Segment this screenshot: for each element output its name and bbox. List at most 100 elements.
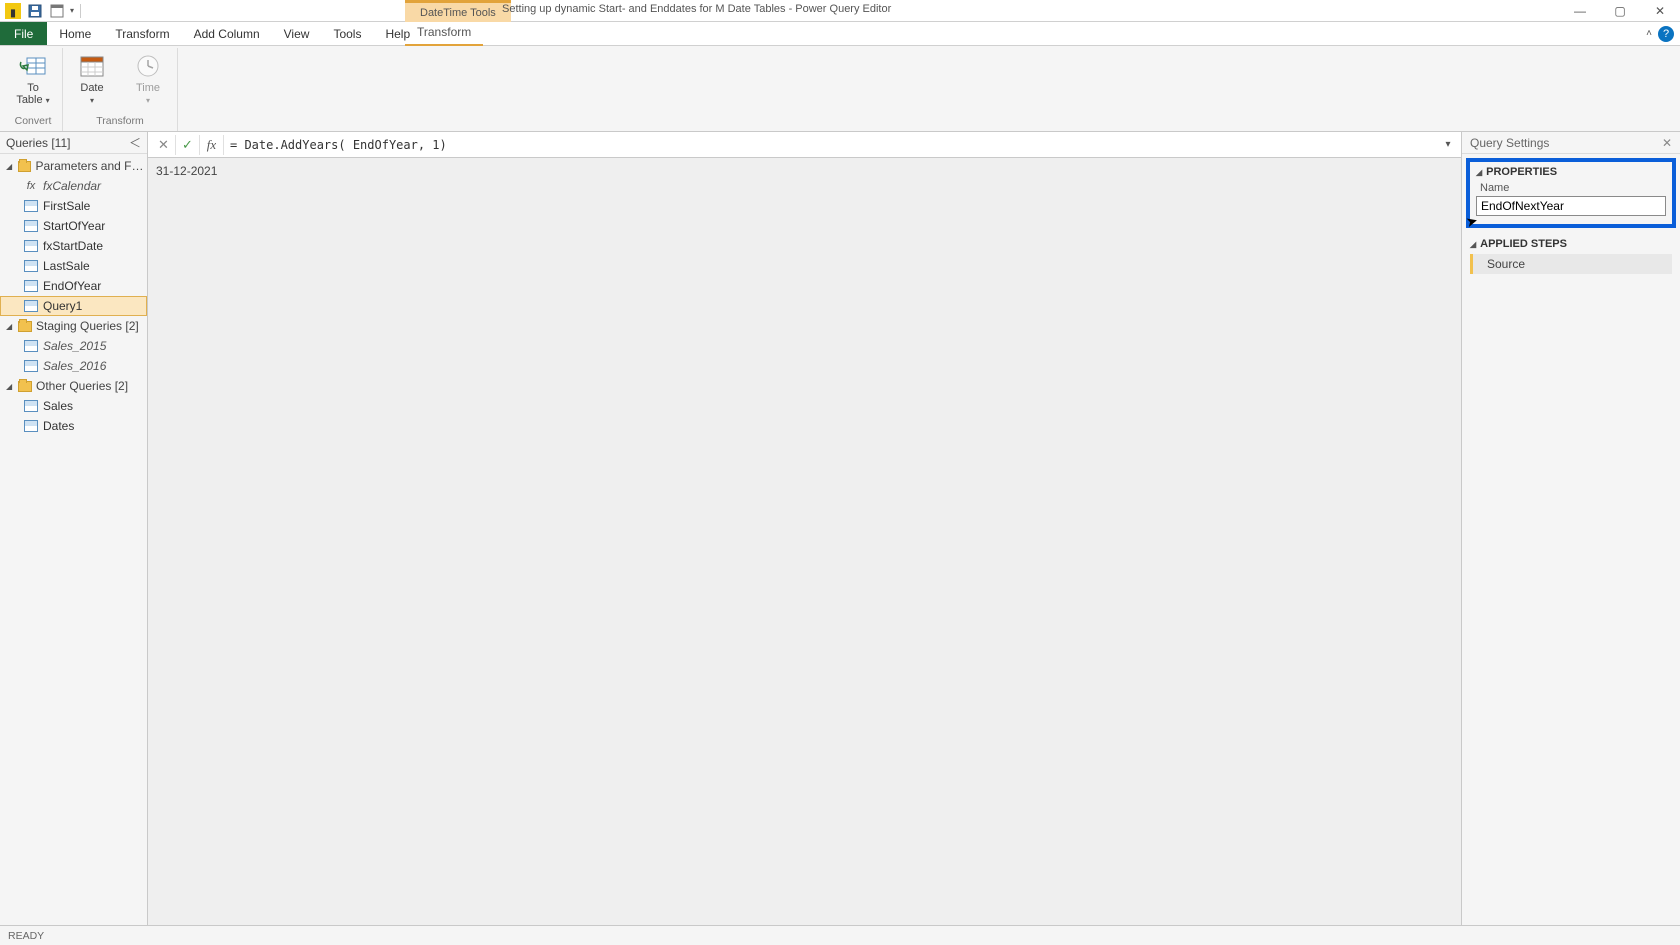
folder-icon — [18, 321, 32, 332]
query-item-label: Sales_2016 — [43, 359, 106, 373]
table-icon — [24, 340, 38, 352]
formula-expand-icon[interactable]: ▾ — [1439, 139, 1457, 150]
ribbon-group-transform-title: Transform — [96, 114, 143, 129]
caret-icon: ◢ — [6, 382, 14, 391]
query-item-label: FirstSale — [43, 199, 90, 213]
query-name-input[interactable] — [1476, 196, 1666, 216]
tab-home[interactable]: Home — [47, 22, 103, 45]
qat-dropdown-icon[interactable]: ▾ — [70, 6, 74, 15]
formula-accept-icon[interactable]: ✓ — [176, 135, 200, 155]
table-icon — [24, 420, 38, 432]
window-controls: ― ▢ ✕ — [1560, 0, 1680, 22]
ribbon-group-transform: Date▾ Time▾ Transform — [63, 48, 178, 131]
properties-title: PROPERTIES — [1486, 166, 1557, 178]
to-table-button[interactable]: ToTable ▾ — [12, 50, 54, 114]
query-item-label: LastSale — [43, 259, 90, 273]
data-preview: 31-12-2021 — [148, 158, 1461, 925]
contextual-tabs: Transform — [405, 22, 483, 46]
table-icon — [24, 200, 38, 212]
query-item[interactable]: Dates — [0, 416, 147, 436]
applied-steps-list: Source — [1470, 254, 1672, 274]
table-icon — [24, 360, 38, 372]
pbi-logo-icon: ▮ — [4, 2, 22, 20]
clock-icon — [132, 52, 164, 80]
ribbon-group-convert: ToTable ▾ Convert — [4, 48, 63, 131]
query-item[interactable]: LastSale — [0, 256, 147, 276]
group-label: Parameters and Fu… — [35, 159, 147, 173]
properties-section: ◢ PROPERTIES Name ➤ — [1466, 158, 1676, 228]
contextual-tab-group: DateTime Tools — [405, 0, 511, 22]
query-item-label: Sales_2015 — [43, 339, 106, 353]
fx-icon: fx — [24, 180, 38, 192]
date-button[interactable]: Date▾ — [71, 50, 113, 114]
ribbon-tabs: File Home Transform Add Column View Tool… — [0, 22, 1680, 46]
table-icon — [24, 220, 38, 232]
query-item[interactable]: StartOfYear — [0, 216, 147, 236]
caret-icon: ◢ — [1470, 240, 1476, 249]
tab-transform[interactable]: Transform — [103, 22, 181, 45]
tab-add-column[interactable]: Add Column — [182, 22, 272, 45]
query-item[interactable]: FirstSale — [0, 196, 147, 216]
queries-header: Queries [11] ＜ — [0, 132, 147, 154]
query-settings-pane: Query Settings ✕ ◢ PROPERTIES Name ➤ ◢ A… — [1462, 132, 1680, 925]
applied-step[interactable]: Source — [1470, 254, 1672, 274]
query-group[interactable]: ◢Staging Queries [2] — [0, 316, 147, 336]
query-item[interactable]: Sales_2016 — [0, 356, 147, 376]
query-item-label: StartOfYear — [43, 219, 105, 233]
tab-tools[interactable]: Tools — [321, 22, 373, 45]
query-item-label: fxCalendar — [43, 179, 101, 193]
contextual-tab-group-label: DateTime Tools — [420, 7, 496, 19]
save-icon[interactable] — [26, 2, 44, 20]
fx-icon[interactable]: fx — [200, 135, 224, 155]
help-icon[interactable]: ? — [1658, 26, 1674, 42]
ribbon-collapse-icon[interactable]: ˄ — [1646, 28, 1652, 39]
calendar-icon — [76, 52, 108, 80]
query-group[interactable]: ◢ Parameters and Fu… — [0, 156, 147, 176]
time-button[interactable]: Time▾ — [127, 50, 169, 114]
tab-ctx-transform[interactable]: Transform — [405, 22, 483, 44]
query-settings-title: Query Settings — [1470, 136, 1549, 150]
folder-icon — [18, 381, 32, 392]
property-name-label: Name — [1480, 182, 1666, 194]
query-item[interactable]: fx fxCalendar — [0, 176, 147, 196]
formula-cancel-icon[interactable]: ✕ — [152, 135, 176, 155]
close-button[interactable]: ✕ — [1640, 0, 1680, 22]
center-pane: ✕ ✓ fx = Date.AddYears( EndOfYear, 1) ▾ … — [148, 132, 1462, 925]
table-icon — [24, 300, 38, 312]
ribbon-group-convert-title: Convert — [15, 114, 52, 129]
query-item-label: fxStartDate — [43, 239, 103, 253]
applied-steps-header[interactable]: ◢ APPLIED STEPS — [1470, 238, 1672, 250]
caret-icon: ◢ — [6, 162, 14, 171]
formula-input[interactable]: = Date.AddYears( EndOfYear, 1) — [224, 138, 1439, 152]
ribbon: ToTable ▾ Convert Date▾ Time▾ Transform — [0, 46, 1680, 132]
query-item[interactable]: Query1 — [0, 296, 147, 316]
qat-button-icon[interactable] — [48, 2, 66, 20]
query-group[interactable]: ◢Other Queries [2] — [0, 376, 147, 396]
quick-access-toolbar: ▮ ▾ — [0, 2, 87, 20]
document-title: Setting up dynamic Start- and Enddates f… — [500, 3, 1560, 15]
scalar-value: 31-12-2021 — [156, 164, 217, 178]
properties-header[interactable]: ◢ PROPERTIES — [1476, 166, 1666, 178]
minimize-button[interactable]: ― — [1560, 0, 1600, 22]
maximize-button[interactable]: ▢ — [1600, 0, 1640, 22]
to-table-icon — [17, 52, 49, 80]
folder-icon — [18, 161, 32, 172]
applied-steps-title: APPLIED STEPS — [1480, 238, 1567, 250]
status-ready: READY — [8, 930, 44, 942]
query-item[interactable]: Sales — [0, 396, 147, 416]
tab-file[interactable]: File — [0, 22, 47, 45]
query-settings-close-icon[interactable]: ✕ — [1662, 136, 1672, 150]
query-item[interactable]: EndOfYear — [0, 276, 147, 296]
ribbon-help: ˄ ? — [1646, 22, 1680, 45]
queries-pane: Queries [11] ＜ ◢ Parameters and Fu… fxfxCa… — [0, 132, 148, 925]
caret-icon: ◢ — [1476, 168, 1482, 177]
query-item-label: Dates — [43, 419, 74, 433]
queries-collapse-icon[interactable]: ＜ — [129, 134, 141, 151]
query-item[interactable]: Sales_2015 — [0, 336, 147, 356]
status-bar: READY — [0, 925, 1680, 945]
title-bar: ▮ ▾ DateTime Tools Setting up dynamic St… — [0, 0, 1680, 22]
tab-view[interactable]: View — [272, 22, 322, 45]
query-item[interactable]: fxStartDate — [0, 236, 147, 256]
table-icon — [24, 400, 38, 412]
group-label: Staging Queries [2] — [36, 319, 139, 333]
